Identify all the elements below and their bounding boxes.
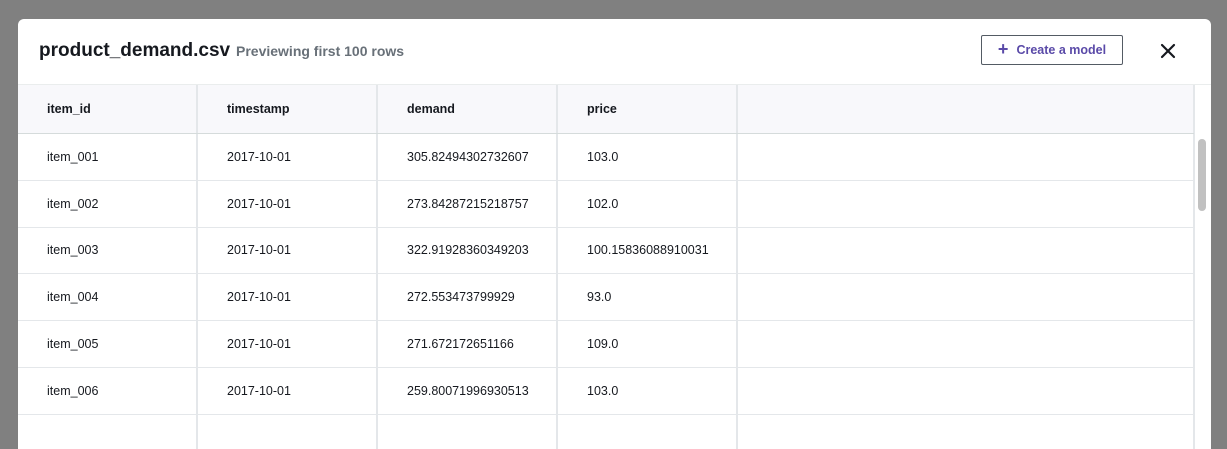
cell-demand bbox=[378, 414, 558, 449]
table-row bbox=[18, 414, 1194, 449]
create-model-button[interactable]: + Create a model bbox=[981, 35, 1123, 65]
cell-empty bbox=[738, 321, 1194, 367]
cell-timestamp: 2017-10-01 bbox=[198, 180, 378, 227]
table-row: item_001 2017-10-01 305.82494302732607 1… bbox=[18, 134, 1194, 181]
cell-empty bbox=[738, 367, 1194, 414]
table-row: item_005 2017-10-01 271.672172651166 109… bbox=[18, 321, 1194, 368]
table-row: item_004 2017-10-01 272.553473799929 93.… bbox=[18, 274, 1194, 322]
cell-empty bbox=[738, 274, 1194, 321]
cell-demand: 273.84287215218757 bbox=[378, 180, 558, 227]
cell-timestamp: 2017-10-01 bbox=[198, 367, 378, 414]
cell-empty bbox=[738, 134, 1194, 180]
cell-timestamp: 2017-10-01 bbox=[198, 274, 378, 321]
cell-empty bbox=[738, 180, 1194, 227]
create-model-label: Create a model bbox=[1016, 43, 1107, 57]
dialog-header: product_demand.csv Previewing first 100 … bbox=[18, 19, 1211, 84]
cell-price: 102.0 bbox=[558, 180, 738, 227]
cell-demand: 272.553473799929 bbox=[378, 274, 558, 321]
preview-dialog: product_demand.csv Previewing first 100 … bbox=[18, 19, 1211, 449]
table-body: item_001 2017-10-01 305.82494302732607 1… bbox=[18, 134, 1194, 449]
cell-demand: 259.80071996930513 bbox=[378, 367, 558, 414]
cell-timestamp: 2017-10-01 bbox=[198, 134, 378, 180]
vertical-scrollbar-thumb[interactable] bbox=[1198, 139, 1206, 211]
cell-timestamp: 2017-10-01 bbox=[198, 227, 378, 274]
cell-item-id: item_002 bbox=[18, 180, 198, 227]
column-header-timestamp[interactable]: timestamp bbox=[198, 85, 378, 133]
preview-table: item_id timestamp demand price item_001 … bbox=[18, 84, 1211, 449]
cell-demand: 322.91928360349203 bbox=[378, 227, 558, 274]
dialog-subtitle: Previewing first 100 rows bbox=[236, 43, 405, 59]
cell-timestamp bbox=[198, 414, 378, 449]
cell-price: 100.15836088910031 bbox=[558, 227, 738, 274]
column-header-item-id[interactable]: item_id bbox=[18, 85, 198, 133]
cell-price bbox=[558, 414, 738, 449]
table-row: item_003 2017-10-01 322.91928360349203 1… bbox=[18, 227, 1194, 275]
column-header-empty bbox=[738, 85, 1194, 133]
cell-price: 109.0 bbox=[558, 321, 738, 367]
table-row: item_006 2017-10-01 259.80071996930513 1… bbox=[18, 367, 1194, 415]
cell-item-id bbox=[18, 414, 198, 449]
close-icon[interactable] bbox=[1157, 40, 1179, 62]
cell-item-id: item_001 bbox=[18, 134, 198, 180]
cell-demand: 271.672172651166 bbox=[378, 321, 558, 367]
cell-item-id: item_003 bbox=[18, 227, 198, 274]
table-header-row: item_id timestamp demand price bbox=[18, 85, 1194, 134]
cell-price: 103.0 bbox=[558, 367, 738, 414]
cell-timestamp: 2017-10-01 bbox=[198, 321, 378, 367]
cell-demand: 305.82494302732607 bbox=[378, 134, 558, 180]
plus-icon: + bbox=[997, 39, 1009, 59]
cell-empty bbox=[738, 227, 1194, 274]
cell-price: 93.0 bbox=[558, 274, 738, 321]
cell-item-id: item_005 bbox=[18, 321, 198, 367]
column-header-price[interactable]: price bbox=[558, 85, 738, 133]
column-header-demand[interactable]: demand bbox=[378, 85, 558, 133]
cell-price: 103.0 bbox=[558, 134, 738, 180]
cell-item-id: item_006 bbox=[18, 367, 198, 414]
dialog-title: product_demand.csv bbox=[39, 40, 231, 61]
table-row: item_002 2017-10-01 273.84287215218757 1… bbox=[18, 180, 1194, 228]
cell-empty bbox=[738, 414, 1194, 449]
cell-item-id: item_004 bbox=[18, 274, 198, 321]
